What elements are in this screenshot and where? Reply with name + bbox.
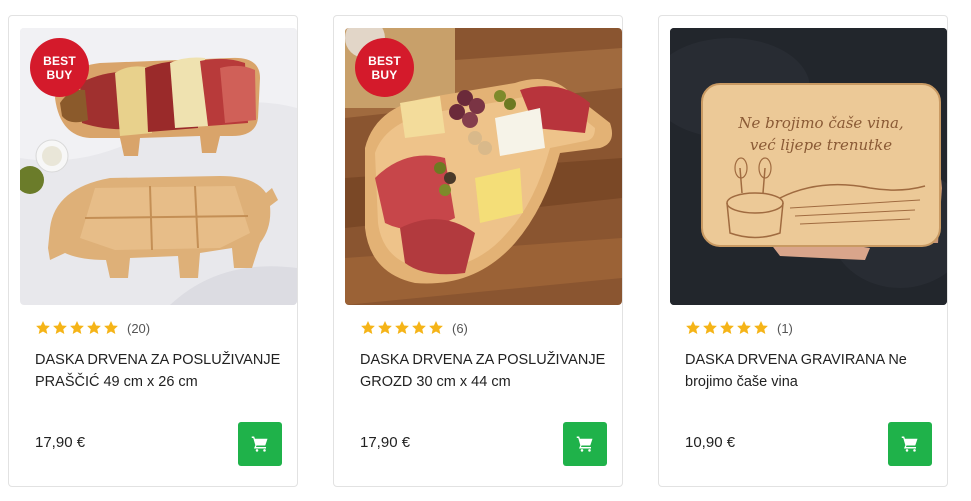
- cart-icon: [576, 436, 593, 452]
- star-icon: [70, 320, 84, 334]
- star-icon: [737, 320, 751, 334]
- star-icon: [412, 320, 426, 334]
- star-icon: [378, 320, 392, 334]
- badge-text: BUY: [46, 67, 73, 82]
- product-price: 17,90 €: [360, 434, 411, 451]
- engraving-line-1: Ne brojimo čaše vina,: [737, 114, 903, 132]
- product-title[interactable]: DASKA DRVENA ZA POSLUŽIVANJE PRAŠČIĆ 49 …: [35, 349, 290, 393]
- star-icon: [703, 320, 717, 334]
- product-image[interactable]: BEST BUY: [20, 28, 297, 305]
- cart-icon: [251, 436, 268, 452]
- add-to-cart-button[interactable]: [563, 422, 607, 466]
- star-rating: [35, 320, 119, 336]
- product-title[interactable]: DASKA DRVENA GRAVIRANA Ne brojimo čaše v…: [685, 349, 940, 393]
- rating: (1): [685, 320, 793, 336]
- star-icon: [754, 320, 768, 334]
- engraving-line-2: već lijepe trenutke: [750, 136, 892, 154]
- star-icon: [361, 320, 375, 334]
- product-price: 17,90 €: [35, 434, 86, 451]
- star-icon: [87, 320, 101, 334]
- badge-text: BEST: [368, 53, 401, 68]
- best-buy-badge: BEST BUY: [30, 38, 89, 97]
- product-card[interactable]: BEST BUY (20) DASKA DRVENA ZA POSLUŽIVAN…: [8, 15, 298, 487]
- product-image[interactable]: BEST BUY: [345, 28, 622, 305]
- star-icon: [720, 320, 734, 334]
- best-buy-badge: BEST BUY: [355, 38, 414, 97]
- star-icon: [686, 320, 700, 334]
- cart-icon: [901, 436, 918, 452]
- review-count[interactable]: (1): [777, 321, 793, 336]
- review-count[interactable]: (20): [127, 321, 150, 336]
- add-to-cart-button[interactable]: [238, 422, 282, 466]
- add-to-cart-button[interactable]: [888, 422, 932, 466]
- product-title[interactable]: DASKA DRVENA ZA POSLUŽIVANJE GROZD 30 cm…: [360, 349, 615, 393]
- star-rating: [360, 320, 444, 336]
- star-icon: [53, 320, 67, 334]
- product-image[interactable]: Ne brojimo čaše vina, već lijepe trenutk…: [670, 28, 947, 305]
- star-rating: [685, 320, 769, 336]
- rating: (6): [360, 320, 468, 336]
- review-count[interactable]: (6): [452, 321, 468, 336]
- rating: (20): [35, 320, 150, 336]
- star-icon: [36, 320, 50, 334]
- star-icon: [429, 320, 443, 334]
- product-card[interactable]: Ne brojimo čaše vina, već lijepe trenutk…: [658, 15, 948, 487]
- badge-text: BUY: [371, 67, 398, 82]
- star-icon: [104, 320, 118, 334]
- star-icon: [395, 320, 409, 334]
- badge-text: BEST: [43, 53, 76, 68]
- product-price: 10,90 €: [685, 434, 736, 451]
- product-card[interactable]: BEST BUY (6) DASKA DRVENA ZA POSLUŽIVANJ…: [333, 15, 623, 487]
